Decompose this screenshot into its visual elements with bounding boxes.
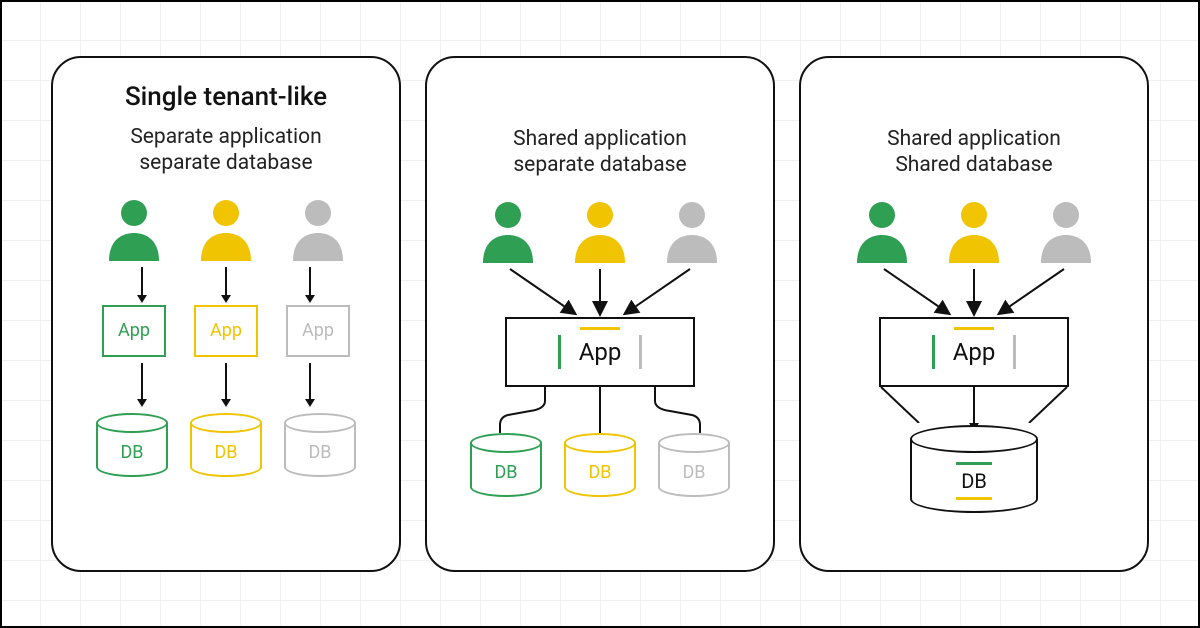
db-cylinder-gray: DB <box>658 433 730 497</box>
accent-line-yellow <box>956 497 992 500</box>
app-box-gray: App <box>286 305 350 357</box>
accent-bar-yellow <box>954 327 994 330</box>
user-icon-gray <box>661 199 723 263</box>
user-icon-gray <box>1035 199 1097 263</box>
arrow-down-icon <box>309 363 311 407</box>
arrow-down-icon <box>141 267 143 303</box>
db-label: DB <box>682 462 705 483</box>
db-cylinder-green: DB <box>470 433 542 497</box>
db-top <box>190 413 262 433</box>
accent-bar-gray <box>1013 335 1016 369</box>
subtitle-line-2: separate database <box>139 151 312 175</box>
panel-shared-app-sep-db: Shared application separate database App <box>425 56 775 572</box>
user-icon-yellow <box>195 197 257 261</box>
db-label: DB <box>120 442 143 463</box>
app-label: App <box>118 320 150 341</box>
arrow-down-icon <box>225 363 227 407</box>
user-icon-yellow <box>569 199 631 263</box>
accent-bar-green <box>558 335 561 369</box>
panel-subtitle: Shared application separate database <box>513 126 687 179</box>
diverging-lines-icon <box>460 387 740 433</box>
accent-bar-gray <box>639 335 642 369</box>
subtitle-line-1: Separate application <box>130 125 321 149</box>
db-top <box>96 413 168 433</box>
user-icon-green <box>103 197 165 261</box>
panel-subtitle: Separate application separate database <box>130 124 321 177</box>
panel-shared-app-shared-db: Shared application Shared database App <box>799 56 1149 572</box>
db-cylinder-green: DB <box>96 413 168 477</box>
app-label: App <box>302 320 334 341</box>
subtitle-line-2: separate database <box>513 153 686 177</box>
converging-arrows-icon <box>844 267 1104 317</box>
subtitle-line-1: Shared application <box>887 127 1061 151</box>
arrow-down-icon <box>141 363 143 407</box>
db-top <box>284 413 356 433</box>
users-row <box>477 199 723 263</box>
subtitle-line-1: Shared application <box>513 127 687 151</box>
db-label: DB <box>588 462 611 483</box>
arrow-app-to-db <box>973 387 975 423</box>
arrow-down-icon <box>973 387 975 423</box>
user-icon-gray <box>287 197 349 261</box>
converging-arrows-icon <box>470 267 730 317</box>
app-box-green: App <box>102 305 166 357</box>
panel-subtitle: Shared application Shared database <box>887 126 1061 179</box>
db-top <box>470 433 542 453</box>
arrow-down-icon <box>309 267 311 303</box>
db-cylinder-gray: DB <box>284 413 356 477</box>
shared-app-box: App <box>505 317 695 387</box>
arrows-user-to-app <box>141 267 311 303</box>
db-top <box>910 425 1038 453</box>
users-row <box>103 197 349 261</box>
panels-container: Single tenant-like Separate application … <box>0 0 1200 628</box>
panel-single-tenant: Single tenant-like Separate application … <box>51 56 401 572</box>
app-label: App <box>210 320 242 341</box>
accent-bar-green <box>932 335 935 369</box>
panel-title: Single tenant-like <box>125 82 327 112</box>
db-label: DB <box>494 462 517 483</box>
db-cylinder-yellow: DB <box>564 433 636 497</box>
db-top <box>658 433 730 453</box>
user-icon-green <box>851 199 913 263</box>
dbs-row: DB DB DB <box>96 413 356 477</box>
apps-row: App App App <box>102 305 350 357</box>
db-cylinder-yellow: DB <box>190 413 262 477</box>
user-icon-yellow <box>943 199 1005 263</box>
arrows-app-to-db <box>141 363 311 407</box>
app-box-yellow: App <box>194 305 258 357</box>
db-label: DB <box>308 442 331 463</box>
users-row <box>851 199 1097 263</box>
db-label: DB <box>214 442 237 463</box>
accent-line-green <box>956 462 992 465</box>
shared-db-cylinder: DB <box>910 425 1038 513</box>
app-label: App <box>953 338 996 366</box>
arrow-down-icon <box>225 267 227 303</box>
subtitle-line-2: Shared database <box>895 153 1052 177</box>
user-icon-green <box>477 199 539 263</box>
shared-app-box: App <box>879 317 1069 387</box>
accent-bar-yellow <box>580 327 620 330</box>
db-top <box>564 433 636 453</box>
dbs-row: DB DB DB <box>470 433 730 497</box>
db-label: DB <box>961 469 987 493</box>
app-label: App <box>579 338 622 366</box>
